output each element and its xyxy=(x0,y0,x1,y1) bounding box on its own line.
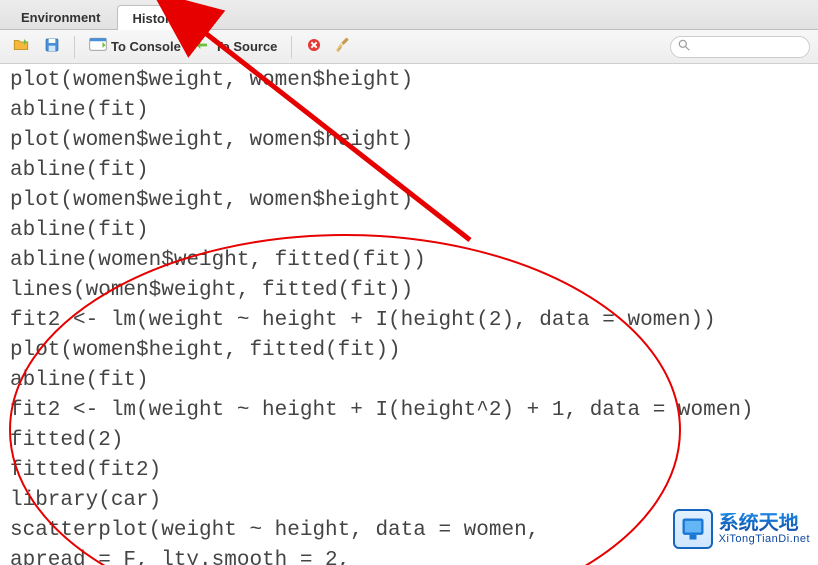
history-list[interactable]: plot(women$weight, women$height)abline(f… xyxy=(0,64,818,565)
to-source-button[interactable]: To Source xyxy=(191,36,282,57)
history-line[interactable]: abline(fit) xyxy=(10,156,808,186)
tab-bar: Environment History xyxy=(0,0,818,30)
history-line[interactable]: abline(fit) xyxy=(10,366,808,396)
load-history-button[interactable] xyxy=(8,34,34,59)
history-line[interactable]: apread = F, lty.smooth = 2, xyxy=(10,546,808,565)
history-line[interactable]: fit2 <- lm(weight ~ height + I(height^2)… xyxy=(10,396,808,426)
history-line[interactable]: fit2 <- lm(weight ~ height + I(height(2)… xyxy=(10,306,808,336)
toolbar-separator xyxy=(74,36,75,58)
history-line[interactable]: plot(women$weight, women$height) xyxy=(10,126,808,156)
history-line[interactable]: plot(women$weight, women$height) xyxy=(10,66,808,96)
search-input[interactable] xyxy=(691,40,801,54)
tab-environment-label: Environment xyxy=(21,10,100,25)
history-line[interactable]: scatterplot(weight ~ height, data = wome… xyxy=(10,516,808,546)
history-line[interactable]: library(car) xyxy=(10,486,808,516)
to-console-label: To Console xyxy=(111,39,181,54)
history-line[interactable]: abline(fit) xyxy=(10,96,808,126)
search-box[interactable] xyxy=(670,36,810,58)
clear-history-button[interactable] xyxy=(332,34,358,59)
search-icon xyxy=(677,38,691,55)
history-line[interactable]: plot(women$weight, women$height) xyxy=(10,186,808,216)
toolbar: To Console To Source xyxy=(0,30,818,64)
save-icon xyxy=(44,37,60,56)
tab-environment[interactable]: Environment xyxy=(6,4,115,29)
open-folder-icon xyxy=(12,36,30,57)
history-line[interactable]: fitted(2) xyxy=(10,426,808,456)
history-line[interactable]: abline(women$weight, fitted(fit)) xyxy=(10,246,808,276)
remove-entries-button[interactable] xyxy=(302,35,326,58)
remove-icon xyxy=(306,37,322,56)
history-line[interactable]: plot(women$height, fitted(fit)) xyxy=(10,336,808,366)
tab-history[interactable]: History xyxy=(117,5,192,30)
save-history-button[interactable] xyxy=(40,35,64,58)
to-console-button[interactable]: To Console xyxy=(85,35,185,58)
broom-icon xyxy=(336,36,354,57)
history-line[interactable]: lines(women$weight, fitted(fit)) xyxy=(10,276,808,306)
tab-history-label: History xyxy=(132,11,177,26)
history-line[interactable]: abline(fit) xyxy=(10,216,808,246)
toolbar-separator-2 xyxy=(291,36,292,58)
history-line[interactable]: fitted(fit2) xyxy=(10,456,808,486)
console-icon xyxy=(89,37,107,56)
source-arrow-icon xyxy=(195,38,211,55)
to-source-label: To Source xyxy=(215,39,278,54)
